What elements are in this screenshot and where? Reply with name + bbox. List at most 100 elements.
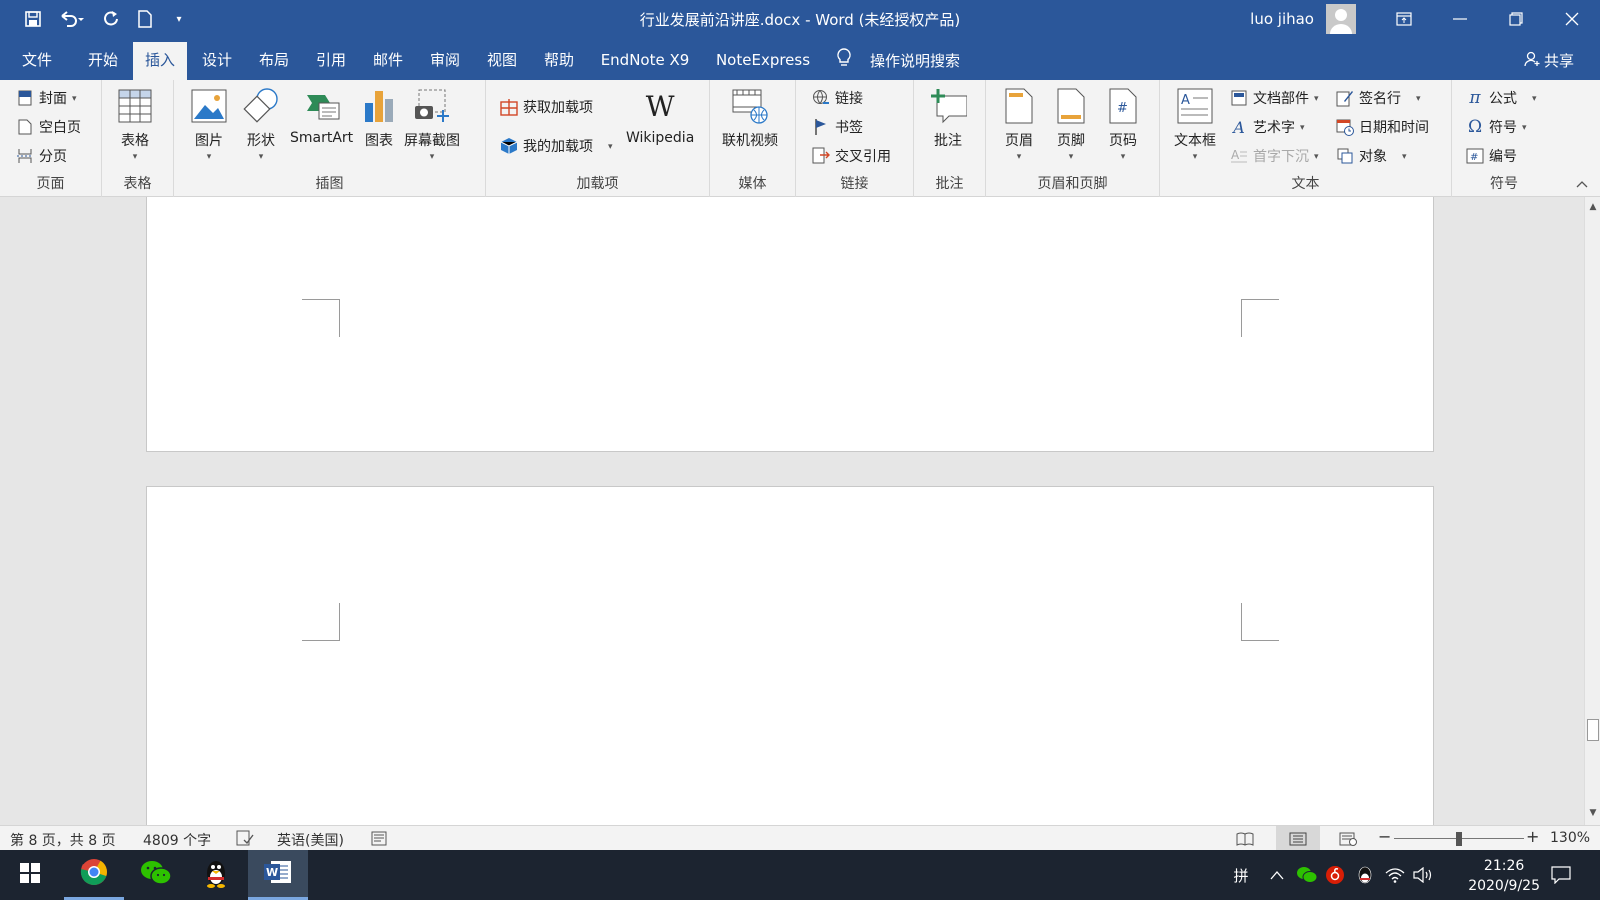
group-label-links: 链接 [840,176,869,192]
new-document-icon[interactable] [130,4,160,34]
tell-me-search[interactable]: 操作说明搜索 [836,42,960,78]
page-number-button[interactable]: # 页码 ▾ [1104,86,1142,162]
ribbon-display-options-icon[interactable] [1376,0,1432,38]
tab-insert[interactable]: 插入 [133,42,187,80]
online-video-button[interactable]: 联机视频 [722,86,778,150]
tab-view[interactable]: 视图 [477,42,527,80]
save-icon[interactable] [18,4,48,34]
cross-reference-button[interactable]: 交叉引用 [812,143,891,169]
page-break-button[interactable]: 分页 [16,143,67,169]
signature-line-button[interactable]: 签名行 ▾ [1336,85,1421,111]
wordart-button[interactable]: A 艺术字 ▾ [1230,114,1304,140]
page-previous[interactable] [146,197,1434,452]
wifi-icon[interactable] [1384,864,1406,886]
smartart-button[interactable]: SmartArt [290,86,353,146]
screenshot-button[interactable]: 屏幕截图 ▾ [404,86,460,162]
scroll-up-icon[interactable]: ▲ [1585,199,1600,215]
show-hidden-icons-icon[interactable] [1266,864,1288,886]
bookmark-flag-icon [812,118,830,136]
taskbar-qq[interactable] [186,850,246,900]
scrollbar-thumb[interactable] [1587,719,1599,741]
tab-help[interactable]: 帮助 [534,42,584,80]
wikipedia-button[interactable]: W Wikipedia [626,86,694,147]
tab-noteexpress[interactable]: NoteExpress [710,42,816,80]
word-count[interactable]: 4809 个字 [143,830,211,850]
numbering-button[interactable]: # 编号 [1466,143,1517,169]
tab-layout[interactable]: 布局 [249,42,299,80]
table-button[interactable]: 表格 ▾ [116,86,154,162]
text-box-button[interactable]: A 文本框 ▾ [1174,86,1216,162]
undo-icon[interactable] [52,4,92,34]
smartart-icon [303,86,341,126]
group-symbols: π 公式 ▾ Ω 符号 ▾ # 编号 符号 [1452,80,1556,197]
share-label: 共享 [1543,52,1574,70]
tab-home[interactable]: 开始 [78,42,128,80]
tab-endnote[interactable]: EndNote X9 [596,42,694,80]
page-count[interactable]: 第 8 页，共 8 页 [10,830,116,850]
collapse-ribbon-icon[interactable] [1576,176,1588,192]
zoom-in-button[interactable]: + [1526,827,1539,846]
scroll-down-icon[interactable]: ▼ [1585,805,1600,821]
equation-button[interactable]: π 公式 ▾ [1466,85,1536,111]
dropdown-arrow-icon: ▾ [1416,94,1421,104]
volume-icon[interactable] [1412,864,1434,886]
start-button[interactable] [0,850,60,900]
zoom-out-button[interactable]: − [1378,827,1391,846]
qq-tray-icon[interactable] [1354,864,1376,886]
taskbar-chrome[interactable] [64,850,124,900]
object-button[interactable]: 对象 ▾ [1336,143,1407,169]
cover-page-button[interactable]: 封面 ▾ [16,85,77,111]
shapes-button[interactable]: 形状 ▾ [242,86,280,162]
picture-button[interactable]: 图片 ▾ [190,86,228,162]
bookmark-button[interactable]: 书签 [812,114,863,140]
dropdown-arrow-icon: ▾ [1120,152,1126,162]
language-indicator[interactable]: 英语(美国) [277,830,344,850]
drop-cap-button[interactable]: A 首字下沉 ▾ [1230,143,1319,169]
close-icon[interactable] [1544,0,1600,38]
quick-parts-button[interactable]: 文档部件 ▾ [1230,85,1319,111]
header-button[interactable]: 页眉 ▾ [1000,86,1038,162]
system-clock[interactable]: 21:26 2020/9/25 [1468,856,1540,896]
tab-review[interactable]: 审阅 [420,42,470,80]
customize-qat-icon[interactable]: ▾ [164,4,194,34]
my-addins-button[interactable]: 我的加载项 ▾ [500,133,613,159]
document-canvas[interactable] [0,197,1584,825]
proofing-icon[interactable] [236,830,254,850]
web-layout-icon[interactable] [1328,826,1368,851]
clock-time: 21:26 [1483,858,1525,874]
link-button[interactable]: 链接 [812,85,863,111]
netease-music-icon[interactable] [1324,864,1346,886]
get-addins-button[interactable]: 获取加载项 [500,94,593,120]
restore-icon[interactable] [1488,0,1544,38]
redo-icon[interactable] [96,4,126,34]
date-time-button[interactable]: 日期和时间 [1336,114,1429,140]
symbol-button[interactable]: Ω 符号 ▾ [1466,114,1527,140]
footer-button[interactable]: 页脚 ▾ [1052,86,1090,162]
minimize-icon[interactable] [1432,0,1488,38]
lightbulb-icon [836,48,852,72]
notification-center-icon[interactable] [1550,864,1572,886]
taskbar-word[interactable]: W [248,850,308,900]
vertical-scrollbar[interactable]: ▲ ▼ [1584,197,1600,825]
taskbar-wechat[interactable] [126,850,186,900]
new-comment-button[interactable]: 批注 [929,86,967,150]
zoom-slider-thumb[interactable] [1456,832,1462,846]
tab-file[interactable]: 文件 [14,42,60,80]
read-mode-icon[interactable] [1225,826,1265,851]
chart-button[interactable]: 图表 [360,86,398,150]
tab-design[interactable]: 设计 [192,42,242,80]
ime-indicator[interactable]: 拼 [1230,864,1252,886]
tab-mailings[interactable]: 邮件 [363,42,413,80]
tab-references[interactable]: 引用 [306,42,356,80]
zoom-level[interactable]: 130% [1550,830,1590,846]
qq-penguin-icon [203,858,229,892]
avatar[interactable] [1326,4,1356,34]
page-current[interactable] [146,486,1434,825]
wechat-tray-icon[interactable] [1296,864,1318,886]
user-name[interactable]: luo jihao [1250,10,1314,28]
macro-record-icon[interactable] [371,830,387,850]
print-layout-icon[interactable] [1276,826,1320,851]
blank-page-button[interactable]: 空白页 [16,114,81,140]
blank-page-icon [16,118,34,136]
share-button[interactable]: 共享 [1524,50,1574,71]
